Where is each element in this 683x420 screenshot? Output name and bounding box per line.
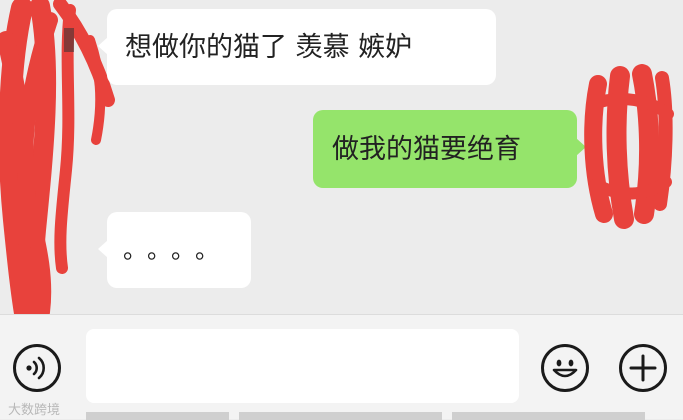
emoji-icon — [552, 359, 578, 378]
redacted-avatar-scribble-right — [584, 64, 674, 229]
plus-icon — [629, 354, 657, 382]
message-text: 。。。。 — [123, 236, 231, 264]
message-text: 想做你的猫了 羡慕 嫉妒 — [125, 31, 413, 63]
message-input[interactable] — [86, 329, 519, 403]
incoming-message-bubble: 。。。。 — [98, 212, 251, 288]
watermark: 大数跨境 — [8, 403, 61, 418]
message-text: 做我的猫要绝育 — [332, 133, 521, 165]
chat-input-bar: 大数跨境 — [0, 314, 683, 420]
more-button[interactable] — [619, 344, 667, 392]
chat-area: 想做你的猫了 羡慕 嫉妒 做我的猫要绝育 。。。。 — [0, 0, 683, 340]
outgoing-message-bubble: 做我的猫要绝育 — [313, 110, 586, 188]
voice-button[interactable] — [13, 344, 61, 392]
incoming-message-bubble: 想做你的猫了 羡慕 嫉妒 — [98, 9, 496, 85]
emoji-button[interactable] — [541, 344, 589, 392]
voice-icon — [26, 356, 45, 380]
